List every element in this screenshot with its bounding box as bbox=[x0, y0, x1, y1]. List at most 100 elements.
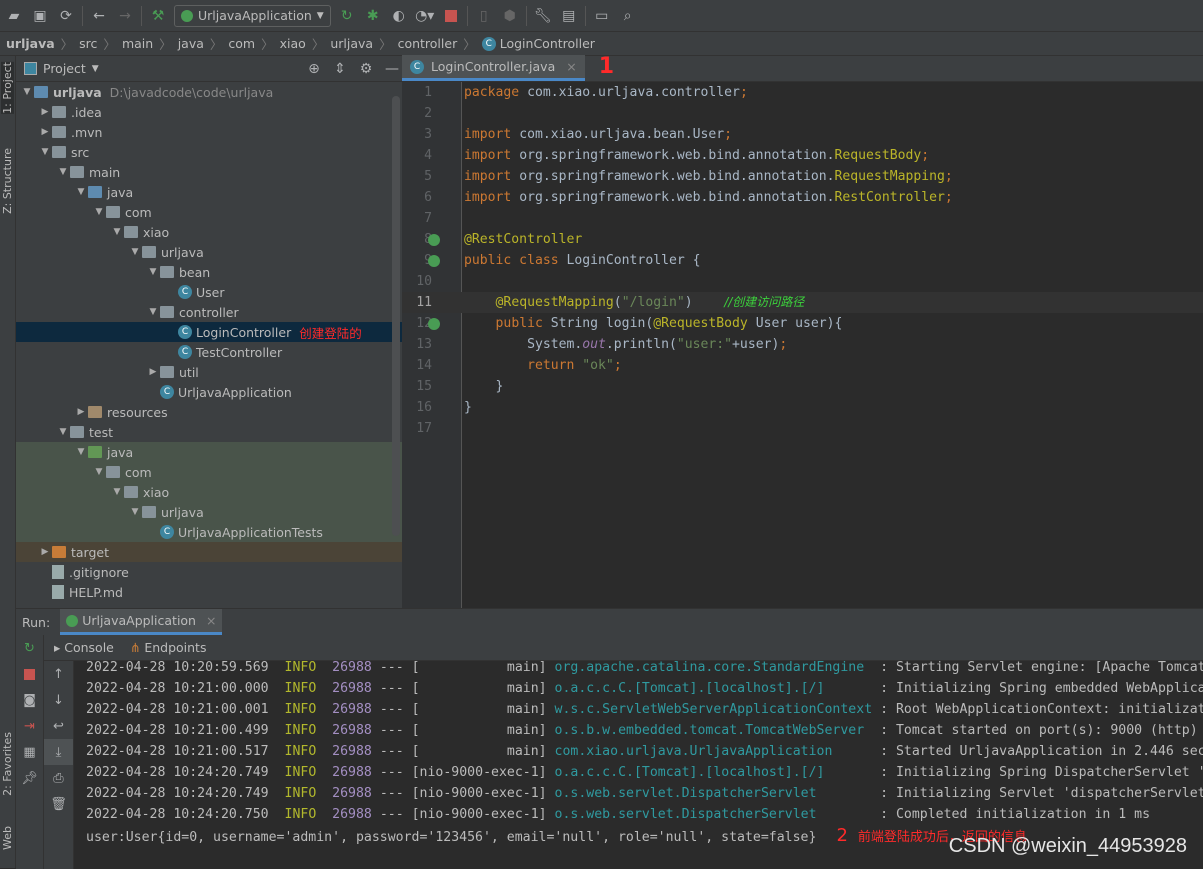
hide-panel-icon[interactable]: — bbox=[382, 59, 402, 79]
pin-icon[interactable]: 📌︎ bbox=[16, 765, 43, 791]
collapsed-arrow-icon[interactable]: ▶ bbox=[38, 547, 52, 557]
web-tool-button[interactable]: Web bbox=[1, 826, 14, 850]
tree-item[interactable]: C User bbox=[16, 282, 402, 302]
spring-bean-gutter-icon[interactable] bbox=[428, 318, 440, 330]
run-config-dropdown[interactable]: UrljavaApplication ▼ bbox=[174, 4, 331, 27]
forward-icon[interactable]: → bbox=[115, 6, 135, 26]
tree-item[interactable]: C LoginController 创建登陆的 bbox=[16, 322, 402, 342]
project-structure-icon[interactable]: ▤ bbox=[559, 6, 579, 26]
coverage-icon[interactable]: ◐ bbox=[389, 6, 409, 26]
expanded-arrow-icon[interactable]: ▼ bbox=[74, 447, 88, 457]
rerun-icon[interactable]: ↻ bbox=[337, 6, 357, 26]
search-icon[interactable]: ⌕ bbox=[618, 6, 638, 26]
spring-bean-gutter-icon[interactable] bbox=[428, 234, 440, 246]
expanded-arrow-icon[interactable]: ▼ bbox=[128, 507, 142, 517]
trash-icon[interactable]: 🗑︎ bbox=[44, 791, 73, 817]
close-icon[interactable]: × bbox=[566, 59, 576, 74]
tree-item[interactable]: ▶ target bbox=[16, 542, 402, 562]
breadcrumb-item[interactable]: src 〉 bbox=[79, 34, 122, 53]
exit-icon[interactable]: ⇥ bbox=[16, 713, 43, 739]
expanded-arrow-icon[interactable]: ▼ bbox=[92, 467, 106, 477]
tree-item[interactable]: ▶ .mvn bbox=[16, 122, 402, 142]
project-tool-button[interactable]: 1: Project bbox=[1, 62, 14, 114]
save-icon[interactable]: ▣ bbox=[30, 6, 50, 26]
collapsed-arrow-icon[interactable]: ▶ bbox=[38, 127, 52, 137]
expanded-arrow-icon[interactable]: ▼ bbox=[128, 247, 142, 257]
device-icon[interactable]: ▯ bbox=[474, 6, 494, 26]
chevron-down-icon[interactable]: ▼ bbox=[92, 64, 99, 74]
print-icon[interactable]: ⎙ bbox=[44, 765, 73, 791]
tree-item[interactable]: ▶ resources bbox=[16, 402, 402, 422]
back-icon[interactable]: ← bbox=[89, 6, 109, 26]
tab-console[interactable]: ▸ Console bbox=[54, 640, 114, 655]
expanded-arrow-icon[interactable]: ▼ bbox=[56, 167, 70, 177]
tree-item[interactable]: C UrljavaApplicationTests bbox=[16, 522, 402, 542]
close-icon[interactable]: × bbox=[206, 613, 216, 628]
sync-icon[interactable]: ⟳ bbox=[56, 6, 76, 26]
debug-icon[interactable]: ✱ bbox=[363, 6, 383, 26]
tree-item[interactable]: ▼ bean bbox=[16, 262, 402, 282]
settings-wrench-icon[interactable]: 🔧︎ bbox=[533, 6, 553, 26]
expanded-arrow-icon[interactable]: ▼ bbox=[74, 187, 88, 197]
profile-icon[interactable]: ◔▾ bbox=[415, 6, 435, 26]
collapsed-arrow-icon[interactable]: ▶ bbox=[38, 107, 52, 117]
expanded-arrow-icon[interactable]: ▼ bbox=[20, 87, 34, 97]
camera-icon[interactable]: ◙ bbox=[16, 687, 43, 713]
expanded-arrow-icon[interactable]: ▼ bbox=[56, 427, 70, 437]
tree-item[interactable]: ▼ java bbox=[16, 182, 402, 202]
structure-tool-button[interactable]: Z: Structure bbox=[1, 148, 14, 214]
breadcrumb-item[interactable]: urljava 〉 bbox=[330, 34, 397, 53]
tree-item[interactable]: ▼ test bbox=[16, 422, 402, 442]
project-view-dropdown[interactable]: Project bbox=[43, 61, 86, 76]
breadcrumb-item[interactable]: controller 〉 bbox=[398, 34, 482, 53]
breadcrumb-item[interactable]: C LoginController bbox=[481, 36, 595, 51]
favorites-tool-button[interactable]: 2: Favorites bbox=[1, 732, 14, 796]
tree-item[interactable]: ▼ main bbox=[16, 162, 402, 182]
tree-item[interactable]: ▼ urljava bbox=[16, 502, 402, 522]
tree-scrollbar[interactable] bbox=[392, 96, 400, 536]
breadcrumb-item[interactable]: com 〉 bbox=[228, 34, 279, 53]
tree-item[interactable]: ▼ xiao bbox=[16, 482, 402, 502]
expanded-arrow-icon[interactable]: ▼ bbox=[146, 267, 160, 277]
run-anything-icon[interactable]: ▭ bbox=[592, 6, 612, 26]
tree-item[interactable]: ▶ util bbox=[16, 362, 402, 382]
tab-endpoints[interactable]: ⋔ Endpoints bbox=[130, 640, 207, 655]
deploy-icon[interactable]: ⬢ bbox=[500, 6, 520, 26]
tree-item[interactable]: .gitignore bbox=[16, 562, 402, 582]
expanded-arrow-icon[interactable]: ▼ bbox=[92, 207, 106, 217]
tree-item[interactable]: ▼ xiao bbox=[16, 222, 402, 242]
code-area[interactable]: 1 package com.xiao.urljava.controller; 2 3 i… bbox=[402, 82, 1203, 439]
tree-item[interactable]: ▼ controller bbox=[16, 302, 402, 322]
layout-icon[interactable]: ▦ bbox=[16, 739, 43, 765]
tree-item[interactable]: ▶ .idea bbox=[16, 102, 402, 122]
stop-icon[interactable] bbox=[441, 6, 461, 26]
breadcrumb-item[interactable]: xiao 〉 bbox=[280, 34, 331, 53]
rerun-icon[interactable]: ↻ bbox=[16, 635, 43, 661]
expanded-arrow-icon[interactable]: ▼ bbox=[110, 227, 124, 237]
collapsed-arrow-icon[interactable]: ▶ bbox=[74, 407, 88, 417]
expanded-arrow-icon[interactable]: ▼ bbox=[146, 307, 160, 317]
scroll-to-end-icon[interactable]: ⤓ bbox=[44, 739, 73, 765]
tree-item[interactable]: ▼ urljava bbox=[16, 242, 402, 262]
gear-icon[interactable]: ⚙ bbox=[356, 59, 376, 79]
run-tab-urljavaapplication[interactable]: UrljavaApplication × bbox=[60, 609, 223, 635]
tab-logincontroller-java[interactable]: C LoginController.java × bbox=[402, 55, 585, 81]
expanded-arrow-icon[interactable]: ▼ bbox=[38, 147, 52, 157]
tree-item[interactable]: C UrljavaApplication bbox=[16, 382, 402, 402]
locate-icon[interactable]: ⊕ bbox=[304, 59, 324, 79]
breadcrumb-item[interactable]: main 〉 bbox=[122, 34, 178, 53]
expanded-arrow-icon[interactable]: ▼ bbox=[110, 487, 124, 497]
arrow-up-icon[interactable]: ↑ bbox=[44, 661, 73, 687]
tree-item[interactable]: ▼ com bbox=[16, 462, 402, 482]
spring-bean-gutter-icon[interactable] bbox=[428, 255, 440, 267]
soft-wrap-icon[interactable]: ↩ bbox=[44, 713, 73, 739]
console-output[interactable]: 2022-04-28 10:20:59.569 INFO 26988 --- [… bbox=[86, 657, 1203, 846]
tree-item[interactable]: C TestController bbox=[16, 342, 402, 362]
collapse-all-icon[interactable]: ⇕ bbox=[330, 59, 350, 79]
tree-item[interactable]: HELP.md bbox=[16, 582, 402, 602]
open-folder-icon[interactable]: ▰ bbox=[4, 6, 24, 26]
tree-item[interactable]: ▼ com bbox=[16, 202, 402, 222]
tree-item[interactable]: ▼ java bbox=[16, 442, 402, 462]
breadcrumb-item[interactable]: java 〉 bbox=[178, 34, 229, 53]
stop-icon[interactable] bbox=[16, 661, 43, 687]
